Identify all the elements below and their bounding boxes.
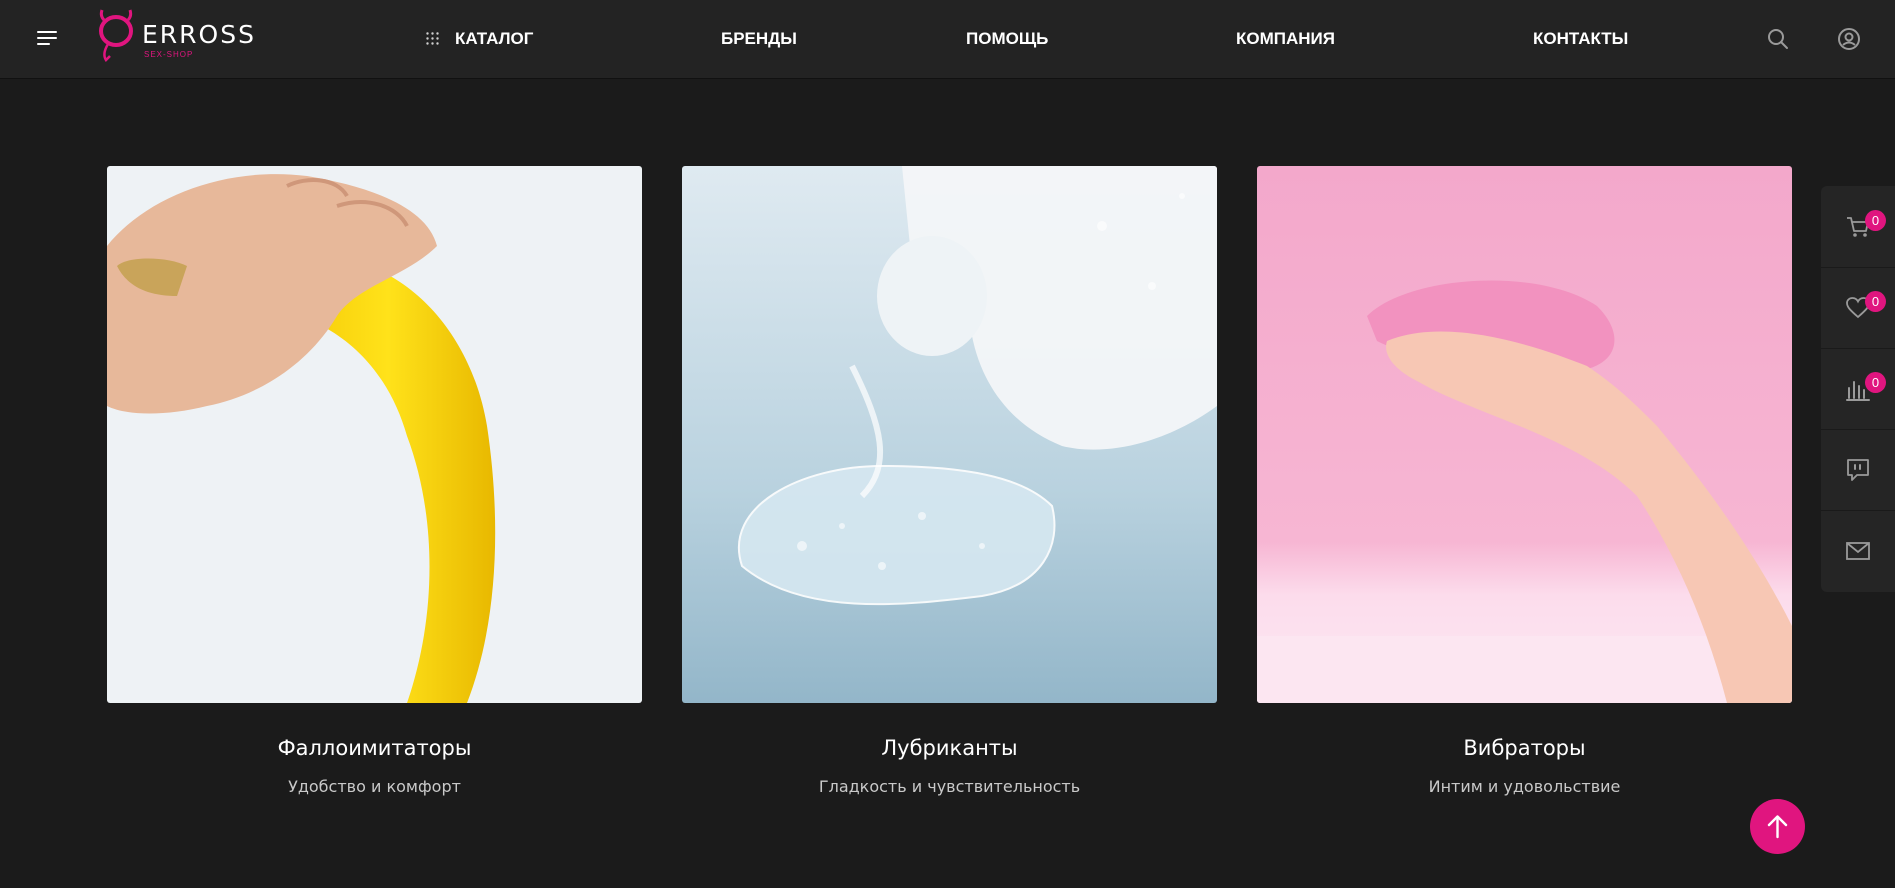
logo-subtext: SEX-SHOP	[144, 50, 194, 59]
category-subtitle: Гладкость и чувствительность	[818, 777, 1081, 796]
site-header: ERROSS SEX-SHOP КАТАЛОГ БРЕНДЫ ПОМОЩЬ КО…	[0, 0, 1895, 78]
category-card-vibrators[interactable]: Вибраторы Интим и удовольствие	[1257, 166, 1792, 796]
chat-icon	[1847, 459, 1869, 481]
mail-icon	[1846, 542, 1870, 560]
category-subtitle: Удобство и комфорт	[288, 777, 461, 796]
compare-count-badge: 0	[1865, 372, 1886, 393]
lubricant-image	[737, 166, 1217, 606]
favorites-count-badge: 0	[1865, 291, 1886, 312]
devil-logo-icon	[99, 9, 133, 62]
category-image-banana[interactable]	[107, 166, 642, 703]
banana-image	[107, 174, 496, 703]
side-toolbar: 0 0 0	[1821, 186, 1895, 592]
category-image-lubricant[interactable]	[682, 166, 1217, 703]
nav-contacts[interactable]: КОНТАКТЫ	[1533, 29, 1628, 49]
grid-icon[interactable]	[426, 32, 439, 45]
side-chat-button[interactable]	[1821, 429, 1895, 511]
nav-brands[interactable]: БРЕНДЫ	[721, 29, 797, 49]
nav-help[interactable]: ПОМОЩЬ	[966, 29, 1048, 49]
cart-count-badge: 0	[1865, 210, 1886, 231]
category-image-vibrator[interactable]	[1257, 166, 1792, 703]
logo[interactable]: ERROSS SEX-SHOP	[96, 4, 276, 66]
search-icon[interactable]	[1766, 27, 1790, 51]
category-title[interactable]: Лубриканты	[682, 736, 1217, 760]
menu-icon[interactable]	[37, 30, 59, 46]
category-title[interactable]: Фаллоимитаторы	[107, 736, 642, 760]
vibrator-image	[1257, 280, 1792, 703]
nav-catalog[interactable]: КАТАЛОГ	[455, 29, 533, 49]
side-compare-button[interactable]: 0	[1821, 348, 1895, 430]
side-mail-button[interactable]	[1821, 510, 1895, 591]
nav-company[interactable]: КОМПАНИЯ	[1236, 29, 1335, 49]
category-card-dildos[interactable]: Фаллоимитаторы Удобство и комфорт	[107, 166, 642, 796]
category-title[interactable]: Вибраторы	[1257, 736, 1792, 760]
scroll-top-button[interactable]	[1750, 799, 1805, 854]
logo-text: ERROSS	[142, 20, 256, 49]
arrow-up-icon	[1767, 815, 1788, 839]
user-icon[interactable]	[1837, 27, 1861, 51]
category-card-lubricants[interactable]: Лубриканты Гладкость и чувствительность	[682, 166, 1217, 796]
side-cart-button[interactable]: 0	[1821, 186, 1895, 268]
category-subtitle: Интим и удовольствие	[1428, 777, 1621, 796]
side-favorites-button[interactable]: 0	[1821, 267, 1895, 349]
